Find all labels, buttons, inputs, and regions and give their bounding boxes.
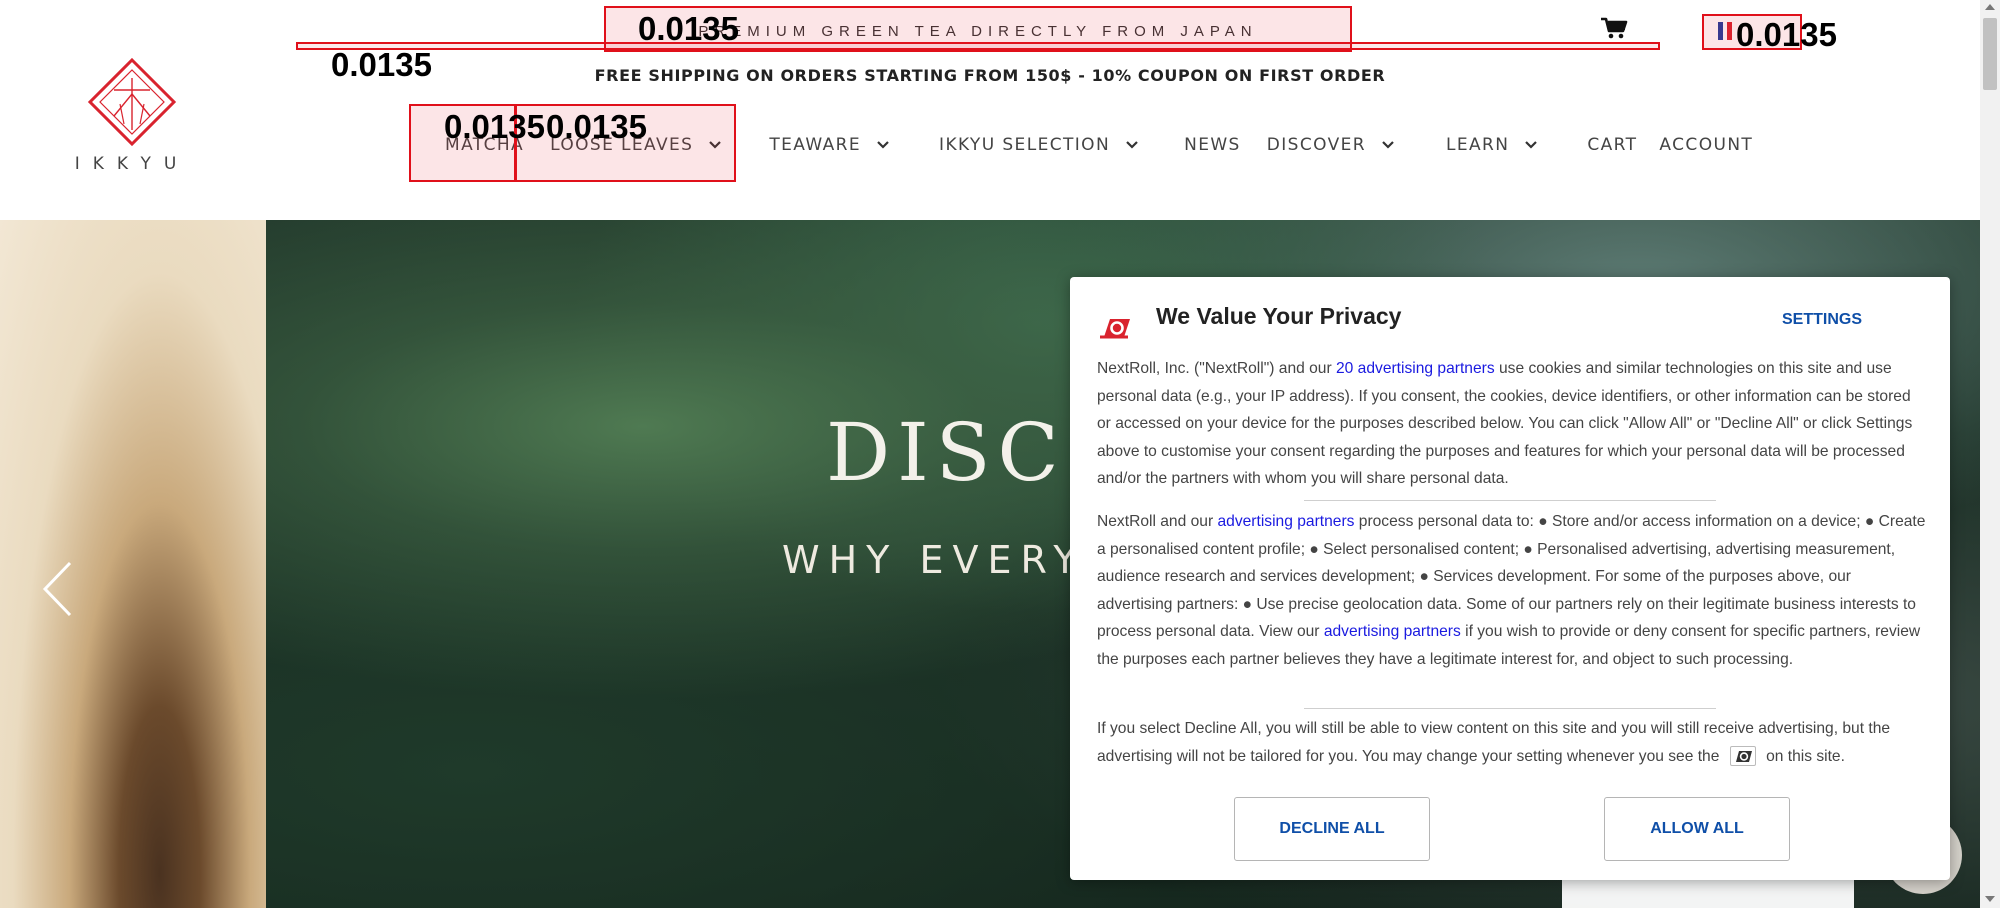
chevron-down-icon bbox=[1525, 141, 1538, 149]
debug-overlay-label: 0.0135 bbox=[546, 108, 647, 145]
nav-item-label: CART bbox=[1587, 135, 1638, 155]
nav-item-label: NEWS bbox=[1184, 135, 1241, 155]
nav-item-news[interactable]: NEWS bbox=[1184, 135, 1241, 155]
page-scrollbar[interactable] bbox=[1980, 0, 2000, 908]
nextroll-logo-icon bbox=[1100, 319, 1130, 339]
consent-paragraph-1: NextRoll, Inc. ("NextRoll") and our 20 a… bbox=[1097, 355, 1927, 493]
chevron-down-icon bbox=[877, 141, 889, 149]
consent-text: NextRoll, Inc. ("NextRoll") and our bbox=[1097, 360, 1336, 377]
scroll-down-arrow-icon[interactable] bbox=[1985, 896, 1995, 902]
advertising-partners-link[interactable]: advertising partners bbox=[1324, 623, 1461, 640]
consent-settings-link[interactable]: SETTINGS bbox=[1782, 311, 1862, 329]
nav-item-account[interactable]: ACCOUNT bbox=[1659, 135, 1753, 155]
debug-overlay-label: 0.0135 bbox=[444, 108, 545, 145]
nav-item-label: DISCOVER bbox=[1266, 135, 1366, 155]
consent-text: NextRoll and our bbox=[1097, 513, 1218, 530]
allow-all-button[interactable]: ALLOW ALL bbox=[1604, 797, 1790, 861]
consent-paragraph-2: NextRoll and our advertising partners pr… bbox=[1097, 508, 1927, 673]
debug-overlay-label: 0.0135 bbox=[638, 10, 739, 47]
nav-item-discover[interactable]: DISCOVER bbox=[1267, 135, 1394, 155]
consent-paragraph-3: If you select Decline All, you will stil… bbox=[1097, 715, 1927, 770]
cart-icon[interactable] bbox=[1600, 16, 1628, 40]
scrollbar-thumb[interactable] bbox=[1983, 18, 1997, 90]
nav-item-label: ACCOUNT bbox=[1659, 135, 1754, 155]
ikkyu-logo[interactable]: IKKYU bbox=[72, 56, 192, 176]
logo-text: IKKYU bbox=[74, 154, 190, 174]
hero-subtitle: WHY EVERY bbox=[782, 538, 1086, 582]
consent-text: on this site. bbox=[1761, 747, 1845, 765]
debug-overlay-label: 0.0135 bbox=[1736, 16, 1837, 53]
nav-item-learn[interactable]: LEARN bbox=[1445, 135, 1538, 155]
nav-item-label: IKKYU SELECTION bbox=[939, 135, 1111, 155]
chevron-down-icon bbox=[1126, 141, 1138, 149]
consent-divider bbox=[1304, 500, 1716, 501]
logo-mark-icon bbox=[87, 57, 177, 147]
consent-text: use cookies and similar technologies on … bbox=[1097, 360, 1913, 487]
scroll-up-arrow-icon[interactable] bbox=[1985, 4, 1995, 10]
decline-all-button[interactable]: DECLINE ALL bbox=[1234, 797, 1430, 861]
nav-item-ikkyu-selection[interactable]: IKKYU SELECTION bbox=[939, 135, 1138, 155]
nav-item-label: LEARN bbox=[1445, 135, 1510, 155]
consent-title: We Value Your Privacy bbox=[1156, 303, 1402, 329]
site-header: IKKYU PREMIUM GREEN TEA DIRECTLY FROM JA… bbox=[0, 0, 1980, 220]
shipping-notice: FREE SHIPPING ON ORDERS STARTING FROM 15… bbox=[594, 66, 1386, 85]
chevron-down-icon bbox=[1382, 141, 1394, 149]
nav-item-teaware[interactable]: TEAWARE bbox=[769, 135, 889, 155]
advertising-partners-count-link[interactable]: 20 advertising partners bbox=[1336, 360, 1495, 377]
chevron-left-icon[interactable] bbox=[40, 560, 74, 618]
nav-item-label: TEAWARE bbox=[769, 135, 862, 155]
debug-overlay-label: 0.0135 bbox=[331, 46, 432, 83]
nextroll-inline-icon bbox=[1729, 746, 1756, 767]
advertising-partners-link[interactable]: advertising partners bbox=[1217, 513, 1354, 530]
privacy-consent-dialog: We Value Your Privacy SETTINGS NextRoll,… bbox=[1070, 277, 1950, 880]
nav-item-cart[interactable]: CART bbox=[1587, 135, 1637, 155]
consent-divider bbox=[1304, 708, 1716, 709]
consent-text: process personal data to: ● Store and/or… bbox=[1097, 513, 1926, 640]
